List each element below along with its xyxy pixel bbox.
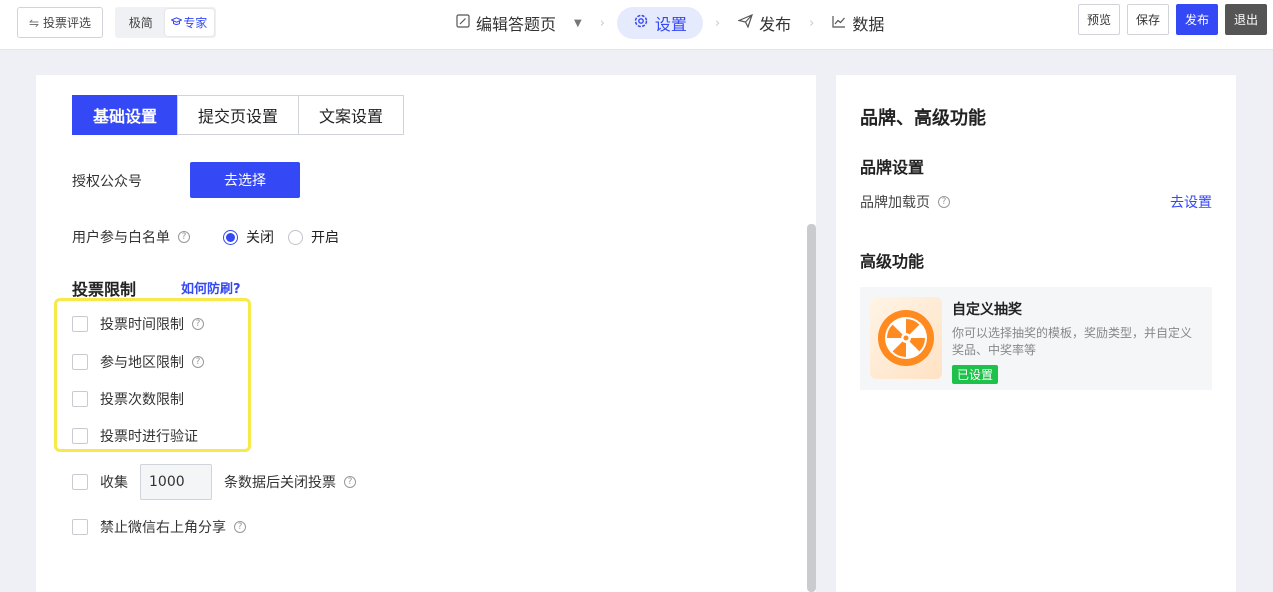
mode-simple[interactable]: 极简 [117, 9, 165, 36]
collect-count-input[interactable]: 1000 [140, 464, 212, 500]
brand-loading-set-link[interactable]: 去设置 [1170, 192, 1212, 212]
paper-plane-icon [737, 13, 754, 32]
feature-description: 你可以选择抽奖的模板，奖励类型，并自定义奖品、中奖率等 [952, 326, 1193, 357]
help-icon[interactable]: ? [938, 196, 950, 208]
help-icon[interactable]: ? [178, 231, 190, 243]
vote-time-limit-row: 投票时间限制 ? [72, 314, 204, 334]
step-nav: 编辑答题页 ▼ › 设置 › 发布 › 数据 [450, 7, 890, 39]
chevron-right-icon: › [714, 15, 721, 31]
swap-arrows-icon: ⇋ [28, 15, 40, 30]
vote-time-limit-label: 投票时间限制 [100, 317, 184, 333]
step-data-label: 数据 [852, 15, 885, 34]
collect-suffix: 条数据后关闭投票 [224, 475, 336, 491]
edit-icon [456, 14, 470, 32]
step-settings-label: 设置 [654, 15, 687, 34]
vote-time-limit-checkbox[interactable] [72, 316, 88, 332]
status-badge: 已设置 [952, 365, 999, 384]
lottery-feature-card[interactable]: 自定义抽奖 你可以选择抽奖的模板，奖励类型，并自定义奖品、中奖率等 已设置 [860, 287, 1212, 390]
vote-verify-label: 投票时进行验证 [100, 429, 198, 445]
anti-fraud-link[interactable]: 如何防刷? [181, 278, 241, 297]
mode-switch: 极简 专家 [115, 7, 216, 38]
feature-body: 自定义抽奖 你可以选择抽奖的模板，奖励类型，并自定义奖品、中奖率等 已设置 [952, 297, 1202, 384]
step-data[interactable]: 数据 [826, 7, 890, 39]
region-limit-row: 参与地区限制 ? [72, 352, 204, 372]
radio-off-label: 关闭 [246, 230, 274, 246]
collect-prefix: 收集 [100, 475, 128, 491]
step-edit-label: 编辑答题页 [476, 15, 557, 34]
gear-icon [633, 13, 649, 33]
region-limit-checkbox[interactable] [72, 354, 88, 370]
radio-off[interactable] [223, 229, 238, 245]
prize-wheel-icon [870, 297, 942, 379]
step-settings[interactable]: 设置 [616, 7, 703, 39]
vote-count-limit-row: 投票次数限制 [72, 389, 184, 409]
collect-checkbox[interactable] [72, 474, 88, 490]
choose-account-button[interactable]: 去选择 [190, 162, 300, 198]
chevron-right-icon: › [599, 15, 605, 31]
line-chart-icon [832, 15, 846, 32]
side-panel-title: 品牌、高级功能 [860, 108, 986, 129]
settings-panel: 基础设置 提交页设置 文案设置 授权公众号 去选择 用户参与白名单 ? 关闭 开… [36, 75, 816, 592]
whitelist-radio-group: 关闭 开启 [223, 227, 349, 247]
whitelist-row: 用户参与白名单 ? [72, 227, 190, 247]
chevron-right-icon: › [809, 15, 815, 31]
tab-submit-page-settings[interactable]: 提交页设置 [177, 95, 300, 135]
brand-loading-label: 品牌加载页 [860, 195, 930, 211]
mode-expert-label: 专家 [183, 16, 208, 30]
step-publish-label: 发布 [759, 15, 792, 34]
collect-row: 收集 1000 条数据后关闭投票 ? [72, 464, 356, 500]
advanced-features-title: 高级功能 [860, 252, 925, 271]
vote-count-limit-checkbox[interactable] [72, 391, 88, 407]
top-bar: ⇋ 投票评选 极简 专家 编辑答题页 ▼ › 设置 › 发布 › 数据 预览 保… [0, 0, 1273, 50]
publish-button[interactable]: 发布 [1175, 4, 1218, 35]
help-icon[interactable]: ? [344, 476, 356, 488]
auth-row: 授权公众号 [72, 171, 142, 191]
tab-basic-settings[interactable]: 基础设置 [72, 95, 179, 135]
save-button[interactable]: 保存 [1126, 4, 1169, 35]
region-limit-label: 参与地区限制 [100, 355, 184, 371]
back-button-label: 投票评选 [43, 16, 92, 30]
tab-copy-settings[interactable]: 文案设置 [298, 95, 405, 135]
caret-down-icon[interactable]: ▼ [574, 18, 582, 29]
feature-title: 自定义抽奖 [952, 302, 1022, 318]
scrollbar[interactable] [807, 224, 816, 592]
forbid-share-label: 禁止微信右上角分享 [100, 520, 226, 536]
graduation-cap-icon [170, 16, 183, 29]
back-button[interactable]: ⇋ 投票评选 [17, 7, 103, 38]
vote-count-limit-label: 投票次数限制 [100, 392, 184, 408]
step-publish[interactable]: 发布 [732, 7, 797, 39]
auth-label: 授权公众号 [72, 174, 142, 190]
brand-settings-title: 品牌设置 [860, 158, 925, 177]
exit-button[interactable]: 退出 [1224, 4, 1267, 35]
help-icon[interactable]: ? [192, 356, 204, 368]
help-icon[interactable]: ? [234, 521, 246, 533]
vote-verify-row: 投票时进行验证 [72, 426, 198, 446]
help-icon[interactable]: ? [192, 318, 204, 330]
radio-on-label: 开启 [311, 230, 339, 246]
step-edit[interactable]: 编辑答题页 ▼ [450, 7, 588, 39]
settings-tabs: 基础设置 提交页设置 文案设置 [72, 95, 405, 135]
forbid-share-row: 禁止微信右上角分享 ? [72, 517, 246, 537]
preview-button[interactable]: 预览 [1077, 4, 1120, 35]
top-actions: 预览 保存 发布 退出 [1077, 4, 1267, 35]
vote-limit-title: 投票限制 [72, 280, 137, 299]
brand-loading-row: 品牌加载页 ? 去设置 [860, 192, 1212, 212]
whitelist-label: 用户参与白名单 [72, 230, 170, 246]
radio-on[interactable] [288, 229, 303, 245]
side-panel: 品牌、高级功能 品牌设置 品牌加载页 ? 去设置 高级功能 自定义抽奖 你可以选… [836, 75, 1236, 592]
vote-verify-checkbox[interactable] [72, 428, 88, 444]
mode-expert[interactable]: 专家 [164, 9, 214, 36]
forbid-share-checkbox[interactable] [72, 519, 88, 535]
